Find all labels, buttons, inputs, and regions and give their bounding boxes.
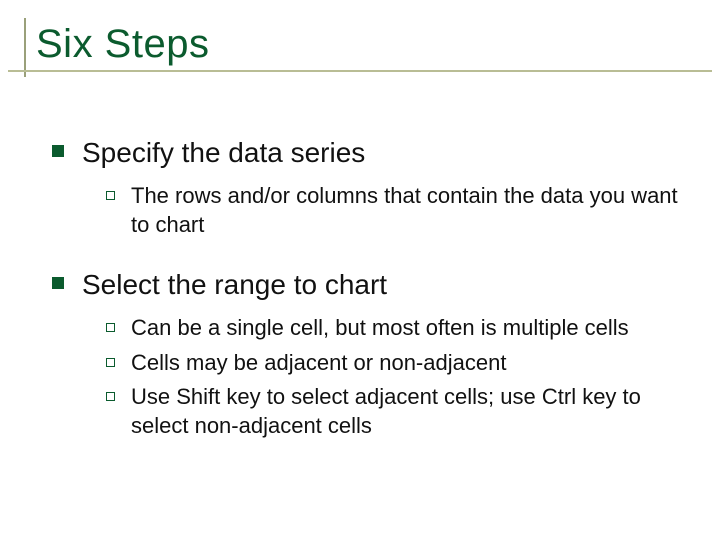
list-item-label: Specify the data series [82,135,365,170]
list-item-label: Can be a single cell, but most often is … [131,314,629,343]
bullet-outline-square-icon [106,358,115,367]
sublist: Can be a single cell, but most often is … [52,314,686,440]
title-underline [8,70,712,72]
bullet-square-icon [52,145,64,157]
sublist: The rows and/or columns that contain the… [52,182,686,239]
title-block: Six Steps [24,18,696,77]
list-item-label: The rows and/or columns that contain the… [131,182,686,239]
bullet-square-icon [52,277,64,289]
bullet-outline-square-icon [106,392,115,401]
bullet-outline-square-icon [106,323,115,332]
list-item: Use Shift key to select adjacent cells; … [106,383,686,440]
list-item: Specify the data series [52,135,686,170]
list-item: The rows and/or columns that contain the… [106,182,686,239]
bullet-outline-square-icon [106,191,115,200]
list-item-label: Cells may be adjacent or non-adjacent [131,349,506,378]
list-item: Cells may be adjacent or non-adjacent [106,349,686,378]
list-item: Can be a single cell, but most often is … [106,314,686,343]
list-item-label: Use Shift key to select adjacent cells; … [131,383,686,440]
list-item: Select the range to chart [52,267,686,302]
slide-body: Specify the data series The rows and/or … [24,85,696,441]
slide-title: Six Steps [36,22,696,67]
list-item-label: Select the range to chart [82,267,387,302]
